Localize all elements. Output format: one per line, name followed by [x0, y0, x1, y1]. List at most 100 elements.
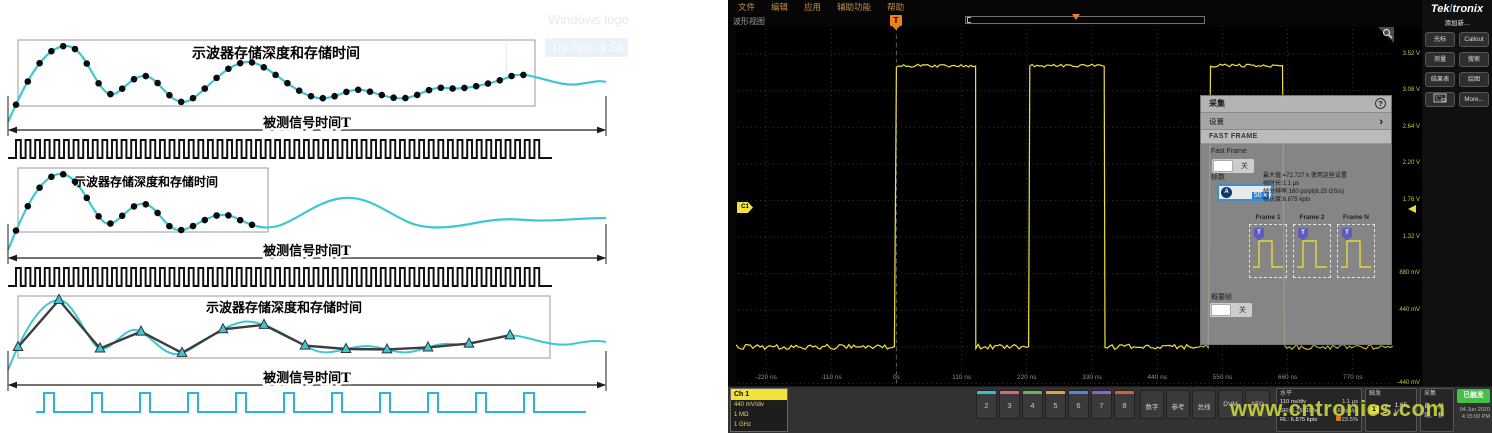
channel-number: 4 — [1023, 401, 1042, 410]
channel-number: 2 — [977, 401, 996, 410]
fastframe-info: 最大值 =72.727 k 使用这些设置 帧时长:1.1 μs 帧分辨率:160… — [1263, 172, 1389, 204]
sample-dot — [249, 221, 256, 228]
sample-dot — [414, 92, 421, 99]
sample-dot — [261, 64, 268, 71]
sample-clock-train — [8, 268, 552, 286]
results-table-button[interactable]: 结果表 — [1425, 72, 1455, 87]
channel1-badge[interactable]: Ch 1 440 mV/div 1 MΩ 1 GHz — [730, 388, 788, 432]
h-axis-label: 660 ns — [1278, 374, 1298, 381]
source-button-1[interactable]: 数字 — [1140, 390, 1164, 419]
sample-dot — [355, 86, 362, 93]
diagram-title: 示波器存储深度和存储时间 — [73, 174, 218, 189]
sample-dot — [143, 73, 150, 80]
channel-color-stripe — [1046, 391, 1065, 394]
magnifier-icon[interactable] — [1382, 28, 1393, 39]
chevron-right-icon: › — [1379, 113, 1383, 131]
fastframe-section-header: FAST FRAME — [1201, 130, 1391, 144]
ghost-window-border — [506, 36, 507, 72]
channel1-bandwidth: 1 GHz — [731, 420, 787, 430]
menu-apps[interactable]: 应用 — [804, 1, 821, 13]
horizontal-position-minimap[interactable] — [965, 16, 1205, 24]
menu-bar: 文件 编辑 应用 辅助功能 帮助 — [728, 0, 1422, 14]
search-button[interactable]: 搜索 — [1459, 52, 1489, 67]
sample-dot — [473, 83, 480, 90]
menu-file[interactable]: 文件 — [738, 1, 755, 13]
toggle-knob — [1213, 160, 1233, 172]
channel-7-button[interactable]: 7 — [1091, 390, 1112, 419]
summary-frame-toggle[interactable]: 关 — [1209, 302, 1253, 318]
sample-dot — [25, 78, 32, 85]
sample-dot — [202, 85, 209, 92]
sample-dot — [320, 95, 327, 102]
results-sidebar: Tek/tronix 添加新... 光标 Callout 测量 搜索 结果表 绘… — [1422, 0, 1492, 386]
sample-dot — [154, 210, 161, 217]
menu-help[interactable]: 帮助 — [887, 1, 904, 13]
frame-preview-label: Frame 2 — [1293, 214, 1331, 221]
help-icon[interactable]: ? — [1375, 98, 1386, 109]
channel-buttons: 2345678 — [976, 390, 1135, 419]
sample-dot — [520, 72, 527, 79]
sample-dot — [84, 195, 91, 202]
info-resolution: 帧分辨率:160 ps/pt(6.25 GS/s) — [1263, 188, 1389, 196]
view-tab-row: 波形视图 — [728, 14, 1422, 27]
channel-color-stripe — [1115, 391, 1134, 394]
frame-preview-box: T — [1337, 224, 1375, 278]
frame-preview-label: Frame N — [1337, 214, 1375, 221]
channel-8-button[interactable]: 8 — [1114, 390, 1135, 419]
frame-pulse-icon — [1338, 225, 1374, 277]
v-axis-label: 880 mV — [1394, 270, 1420, 276]
v-axis-label: 2.20 V — [1394, 160, 1420, 166]
panel-title: 采集 — [1201, 96, 1391, 112]
channel-4-button[interactable]: 4 — [1022, 390, 1043, 419]
panel-settings-row[interactable]: 设置 › — [1201, 112, 1391, 130]
v-axis-label: 3.08 V — [1394, 87, 1420, 93]
h-axis-label: 0s — [893, 374, 901, 381]
snip-sketch-ghost-button[interactable]: Try Snip & Sk — [545, 38, 628, 57]
callout-button[interactable]: Callout — [1459, 32, 1489, 47]
frame-pulse-icon — [1294, 225, 1330, 277]
minimap-expansion-marker[interactable] — [1072, 14, 1080, 20]
sample-dot — [190, 95, 197, 102]
sample-dot — [402, 95, 409, 102]
tab-waveform-view[interactable]: 波形视图 — [733, 16, 765, 27]
menu-edit[interactable]: 编辑 — [771, 1, 788, 13]
diagram-title: 示波器存储深度和存储时间 — [206, 300, 362, 316]
channel-3-button[interactable]: 3 — [999, 390, 1020, 419]
plot-button[interactable]: 绘图 — [1459, 72, 1489, 87]
menu-utility[interactable]: 辅助功能 — [837, 1, 871, 13]
frame-count-label: 帧数 — [1211, 172, 1225, 182]
trigger-level-arrow[interactable] — [1408, 205, 1416, 213]
screen-capture-button[interactable] — [1425, 92, 1455, 107]
settings-label: 设置 — [1209, 117, 1224, 126]
sample-dot — [367, 88, 374, 95]
cursor-button[interactable]: 光标 — [1425, 32, 1455, 47]
source-button-2[interactable]: 参考 — [1166, 390, 1190, 419]
windows-ghost-caption: Windows logo — [548, 12, 629, 27]
measure-button[interactable]: 测量 — [1425, 52, 1455, 67]
fastframe-state: 关 — [1241, 160, 1248, 173]
sample-dot — [36, 60, 43, 67]
summary-frame-state: 关 — [1239, 304, 1246, 317]
sample-dot — [308, 93, 315, 100]
channel-color-stripe — [1092, 391, 1111, 394]
channel-color-stripe — [1000, 391, 1019, 394]
channel-number: 5 — [1046, 401, 1065, 410]
v-axis-label: 3.52 V — [1394, 51, 1420, 57]
info-duration: 帧时长:1.1 μs — [1263, 180, 1389, 188]
channel-6-button[interactable]: 6 — [1068, 390, 1089, 419]
more-button[interactable]: More... — [1459, 92, 1489, 107]
sample-dot — [119, 85, 126, 92]
sample-triangle — [505, 330, 515, 339]
channel-number: 7 — [1092, 401, 1111, 410]
source-button-3[interactable]: 总线 — [1192, 390, 1216, 419]
info-max: 最大值 =72.727 k 使用这些设置 — [1263, 172, 1389, 180]
sample-dot — [190, 223, 197, 230]
channel-2-button[interactable]: 2 — [976, 390, 997, 419]
channel-5-button[interactable]: 5 — [1045, 390, 1066, 419]
trigger-position-flag[interactable]: T — [890, 15, 902, 26]
sample-dot — [390, 94, 397, 101]
info-length: 帧长度:6.875 kpts — [1263, 196, 1389, 204]
h-axis-label: -220 ns — [755, 374, 777, 381]
sample-dot — [13, 101, 20, 108]
frame-pulse-icon — [1250, 225, 1286, 277]
